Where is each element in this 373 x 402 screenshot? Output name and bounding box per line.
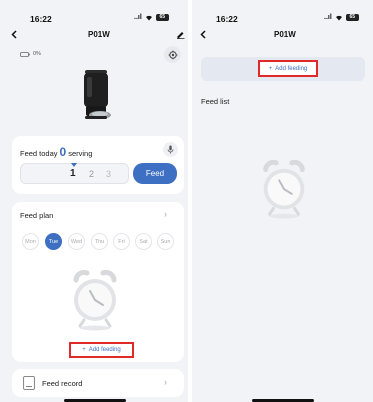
add-feeding-button[interactable]: + Add feeding xyxy=(258,60,318,77)
portion-value: 3 xyxy=(106,169,112,179)
day-fri[interactable]: Fri xyxy=(113,233,130,250)
feeder-device-image xyxy=(84,70,111,119)
portion-value-selected: 1 xyxy=(70,168,76,179)
feed-today-label: Feed today xyxy=(20,149,58,158)
day-tue[interactable]: Tue xyxy=(45,233,62,250)
plus-icon: + xyxy=(82,347,86,353)
signal-icon: ..ıl xyxy=(324,14,332,21)
feed-today-summary: Feed today 0 serving xyxy=(20,145,92,159)
add-feeding-label: Add feeding xyxy=(88,347,121,353)
add-feeding-button[interactable]: + Add feeding xyxy=(69,342,134,358)
chevron-left-icon xyxy=(200,29,206,39)
feed-plan-screen: 16:22 ..ıl 65 P01W + Add feeding Feed li… xyxy=(192,0,373,402)
feed-today-count: 0 xyxy=(59,145,67,159)
battery-icon: 65 xyxy=(155,14,169,21)
status-icons: ..ıl 65 xyxy=(134,14,169,21)
feed-list-label: Feed list xyxy=(201,97,230,106)
feed-record-label: Feed record xyxy=(42,379,83,388)
status-time: 16:22 xyxy=(30,14,52,24)
device-battery: 0% xyxy=(20,51,41,57)
battery-outline-icon xyxy=(20,51,30,57)
portion-value: 2 xyxy=(89,169,95,179)
document-icon xyxy=(23,376,35,390)
alarm-clock-icon xyxy=(263,160,305,219)
day-mon[interactable]: Mon xyxy=(22,233,39,250)
feed-button[interactable]: Feed xyxy=(133,163,177,184)
add-feeding-label: Add feeding xyxy=(275,65,308,72)
voice-button[interactable] xyxy=(163,142,178,157)
day-wed[interactable]: Wed xyxy=(68,233,85,250)
status-time: 16:22 xyxy=(216,14,238,24)
feed-today-card: Feed today 0 serving 1 2 3 Feed xyxy=(12,136,184,194)
feed-plan-label: Feed plan xyxy=(20,211,54,220)
feed-today-unit: serving xyxy=(68,149,93,158)
feed-record-chevron-icon: › xyxy=(164,377,167,387)
picker-marker-icon xyxy=(71,163,77,167)
day-thu[interactable]: Thu xyxy=(91,233,108,250)
settings-button[interactable] xyxy=(164,46,181,63)
signal-icon: ..ıl xyxy=(134,14,142,21)
day-sat[interactable]: Sat xyxy=(135,233,152,250)
feed-record-card[interactable]: Feed record › xyxy=(12,369,184,397)
gear-icon xyxy=(168,50,177,59)
feed-plan-chevron-icon[interactable]: › xyxy=(164,209,167,219)
portion-picker[interactable]: 1 2 3 xyxy=(20,163,129,184)
day-sun[interactable]: Sun xyxy=(157,233,174,250)
page-title: P01W xyxy=(274,30,296,39)
pencil-icon xyxy=(176,31,184,39)
feeder-home-screen: 16:22 ..ıl 65 P01W 0% Feed today 0 servi… xyxy=(0,0,188,402)
alarm-clock-icon xyxy=(73,270,117,331)
wifi-icon xyxy=(335,15,342,21)
back-button[interactable] xyxy=(197,28,209,40)
battery-level: 0% xyxy=(33,51,41,57)
microphone-icon xyxy=(167,145,174,154)
chevron-left-icon xyxy=(11,29,17,39)
page-title: P01W xyxy=(88,30,110,39)
back-button[interactable] xyxy=(8,28,20,40)
status-icons: ..ıl 65 xyxy=(324,14,359,21)
battery-icon: 65 xyxy=(345,14,359,21)
plus-icon: + xyxy=(268,65,273,72)
wifi-icon xyxy=(145,15,152,21)
edit-button[interactable] xyxy=(174,28,186,40)
